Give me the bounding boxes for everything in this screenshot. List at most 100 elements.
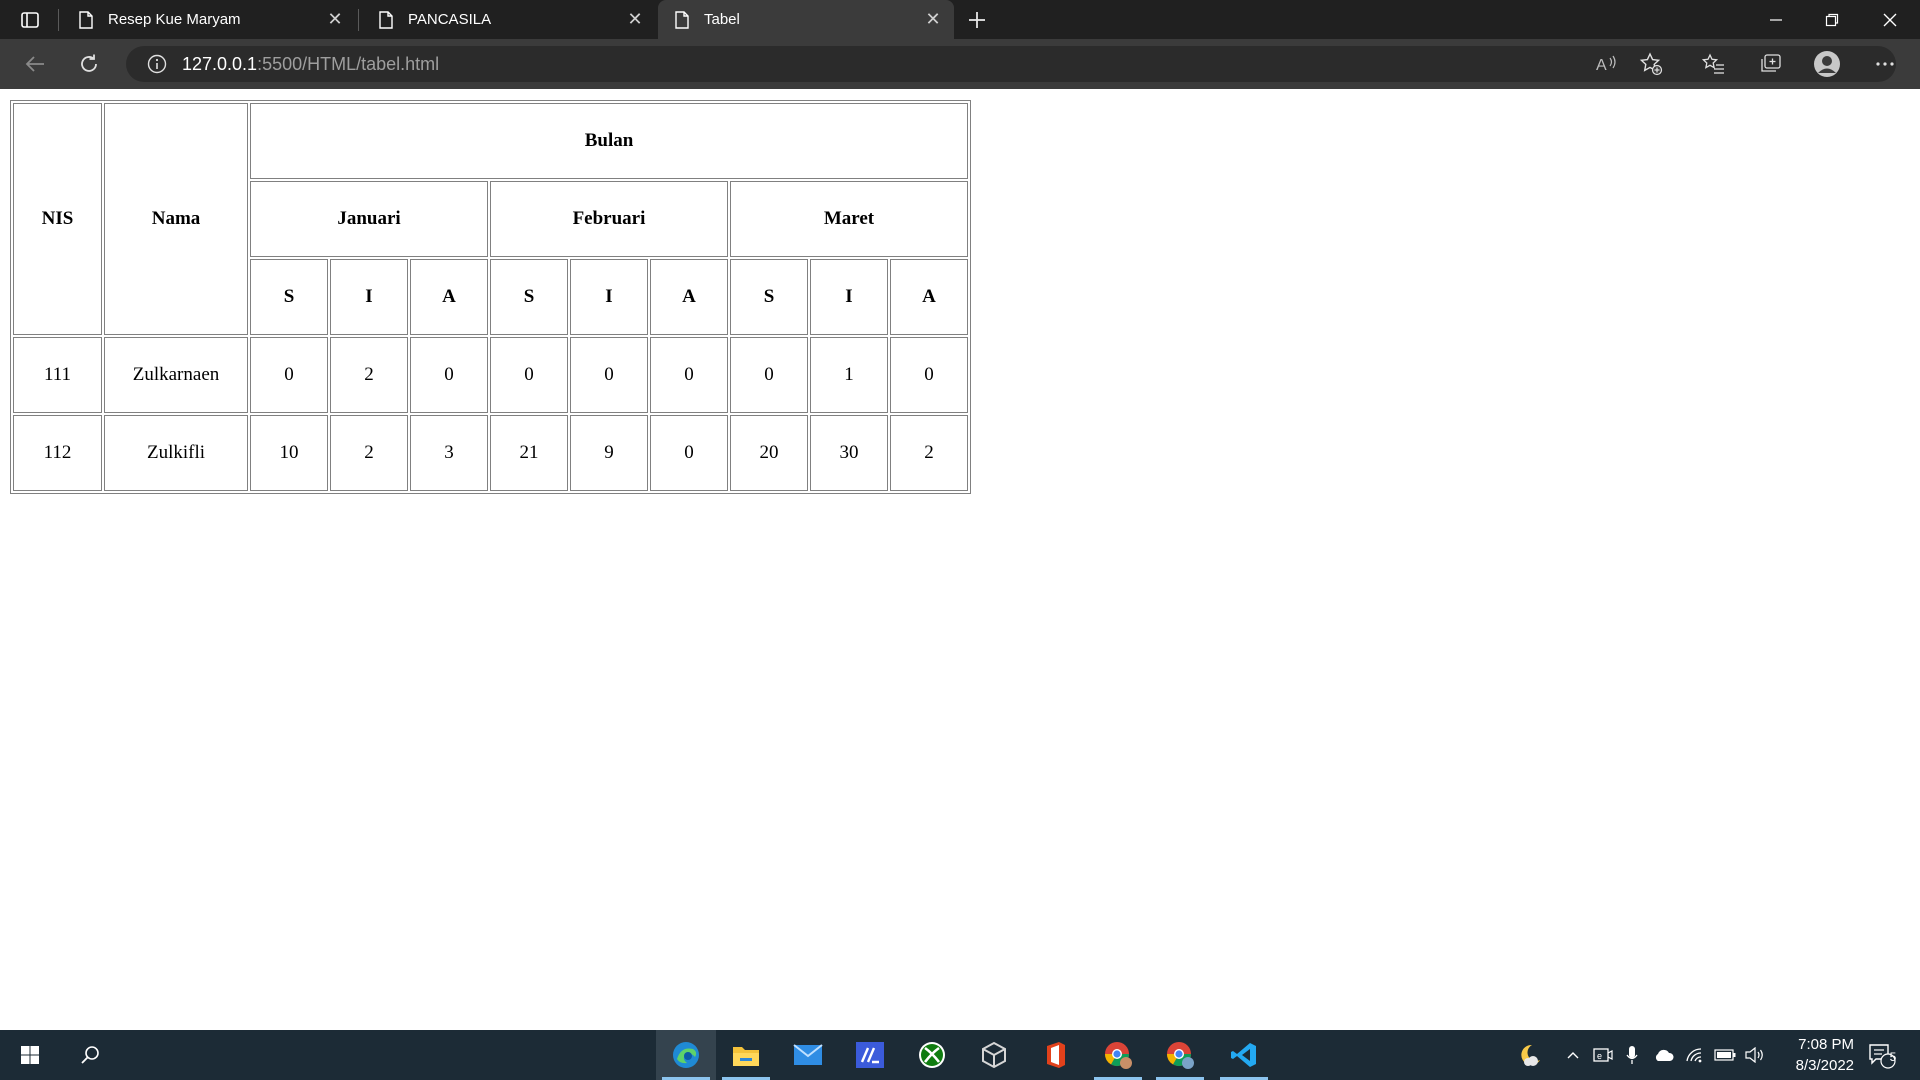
tab-separator — [58, 9, 59, 31]
cell-value: 2 — [330, 415, 408, 491]
url-path: :5500/HTML/tabel.html — [257, 53, 440, 74]
chevron-up-icon[interactable] — [1562, 1030, 1584, 1080]
star-add-icon[interactable] — [1634, 47, 1668, 81]
cell-value: 21 — [490, 415, 568, 491]
chrome-profile-icon[interactable] — [1088, 1030, 1148, 1080]
cell-value: 0 — [250, 337, 328, 413]
header-sub: S — [250, 259, 328, 335]
header-month-februari: Februari — [490, 181, 728, 257]
header-month-januari: Januari — [250, 181, 488, 257]
vscode-icon[interactable] — [1214, 1030, 1274, 1080]
refresh-icon — [81, 54, 97, 72]
header-bulan: Bulan — [250, 103, 968, 179]
cell-value: 10 — [250, 415, 328, 491]
plus-icon — [969, 12, 985, 28]
tab-tabel[interactable]: Tabel ✕ — [658, 0, 954, 39]
cell-value: 0 — [410, 337, 488, 413]
url-text[interactable]: 127.0.0.1:5500/HTML/tabel.html — [182, 54, 439, 75]
header-sub: I — [810, 259, 888, 335]
close-window-button[interactable] — [1862, 0, 1918, 39]
minimize-icon — [1770, 18, 1782, 21]
cell-value: 0 — [890, 337, 968, 413]
xbox-icon[interactable] — [902, 1030, 962, 1080]
taskbar-clock[interactable]: 7:08 PM 8/3/2022 — [1774, 1034, 1854, 1076]
close-icon[interactable]: ✕ — [920, 7, 946, 33]
back-button[interactable] — [18, 47, 52, 81]
header-sub: S — [490, 259, 568, 335]
header-sub: I — [570, 259, 648, 335]
close-icon[interactable]: ✕ — [622, 7, 648, 33]
office-icon[interactable] — [1026, 1030, 1086, 1080]
battery-icon[interactable] — [1712, 1030, 1738, 1080]
restore-button[interactable] — [1804, 0, 1860, 39]
cell-value: 30 — [810, 415, 888, 491]
svg-text:A: A — [1596, 57, 1607, 74]
mail-icon[interactable] — [778, 1030, 838, 1080]
page-icon — [376, 10, 396, 30]
cell-value: 0 — [730, 337, 808, 413]
edge-icon[interactable] — [656, 1030, 716, 1080]
page-content: NIS Nama Bulan Januari Februari Maret S … — [0, 89, 1920, 1030]
cell-value: 20 — [730, 415, 808, 491]
cell-value: 0 — [490, 337, 568, 413]
cell-nama: Zulkifli — [104, 415, 248, 491]
arrow-left-icon — [25, 56, 44, 72]
chrome-profile-icon[interactable] — [1150, 1030, 1210, 1080]
attendance-table: NIS Nama Bulan Januari Februari Maret S … — [10, 100, 971, 494]
read-aloud-icon[interactable]: A — [1590, 47, 1624, 81]
file-explorer-icon[interactable] — [716, 1030, 776, 1080]
notification-center-icon[interactable]: 5 — [1862, 1030, 1902, 1080]
weather-icon[interactable] — [1512, 1030, 1548, 1080]
volume-icon[interactable] — [1742, 1030, 1768, 1080]
wifi-icon[interactable] — [1682, 1030, 1708, 1080]
taskbar: e 7:08 PM 8/3/2022 5 — [0, 1030, 1920, 1080]
info-icon[interactable] — [146, 53, 168, 75]
page-icon — [672, 10, 692, 30]
close-icon — [1883, 13, 1897, 26]
new-tab-button[interactable] — [962, 5, 992, 35]
cell-value: 0 — [570, 337, 648, 413]
notification-count: 5 — [1889, 1050, 1897, 1064]
tab-separator — [358, 9, 359, 31]
browser-toolbar: 127.0.0.1:5500/HTML/tabel.html A — [0, 39, 1920, 89]
clock-date: 8/3/2022 — [1795, 1057, 1854, 1074]
cell-value: 0 — [650, 337, 728, 413]
tab-pancasila[interactable]: PANCASILA ✕ — [362, 0, 656, 39]
restore-icon — [1825, 13, 1839, 26]
tab-resep-kue-maryam[interactable]: Resep Kue Maryam ✕ — [62, 0, 356, 39]
meet-now-icon[interactable]: e — [1590, 1030, 1616, 1080]
page-icon — [76, 10, 96, 30]
windows-start-icon[interactable] — [0, 1030, 60, 1080]
cell-value: 0 — [650, 415, 728, 491]
header-nis: NIS — [13, 103, 102, 335]
cell-value: 2 — [330, 337, 408, 413]
header-month-maret: Maret — [730, 181, 968, 257]
address-bar[interactable]: 127.0.0.1:5500/HTML/tabel.html — [126, 46, 1896, 82]
refresh-button[interactable] — [72, 47, 106, 81]
cell-value: 3 — [410, 415, 488, 491]
table-row: 112 Zulkifli 10 2 3 21 9 0 20 30 2 — [13, 415, 968, 491]
search-icon[interactable] — [60, 1030, 120, 1080]
header-nama: Nama — [104, 103, 248, 335]
favorites-list-icon[interactable] — [1697, 47, 1731, 81]
tab-title: PANCASILA — [408, 11, 492, 28]
clock-time: 7:08 PM — [1798, 1036, 1854, 1053]
microphone-icon[interactable] — [1620, 1030, 1644, 1080]
header-sub: I — [330, 259, 408, 335]
app-icon[interactable] — [840, 1030, 900, 1080]
close-icon[interactable]: ✕ — [322, 7, 348, 33]
collections-icon[interactable] — [1754, 47, 1788, 81]
header-sub: A — [890, 259, 968, 335]
tab-title: Resep Kue Maryam — [108, 11, 241, 28]
onedrive-icon[interactable] — [1650, 1030, 1678, 1080]
cell-nama: Zulkarnaen — [104, 337, 248, 413]
minimize-button[interactable] — [1748, 0, 1804, 39]
tab-actions-icon[interactable] — [12, 6, 48, 33]
profile-avatar-icon[interactable] — [1810, 47, 1844, 81]
cell-nis: 112 — [13, 415, 102, 491]
cell-nis: 111 — [13, 337, 102, 413]
cell-value: 9 — [570, 415, 648, 491]
more-icon[interactable] — [1868, 47, 1902, 81]
unity-icon[interactable] — [964, 1030, 1024, 1080]
tab-strip: Resep Kue Maryam ✕ PANCASILA ✕ Tabel ✕ — [0, 0, 1920, 39]
